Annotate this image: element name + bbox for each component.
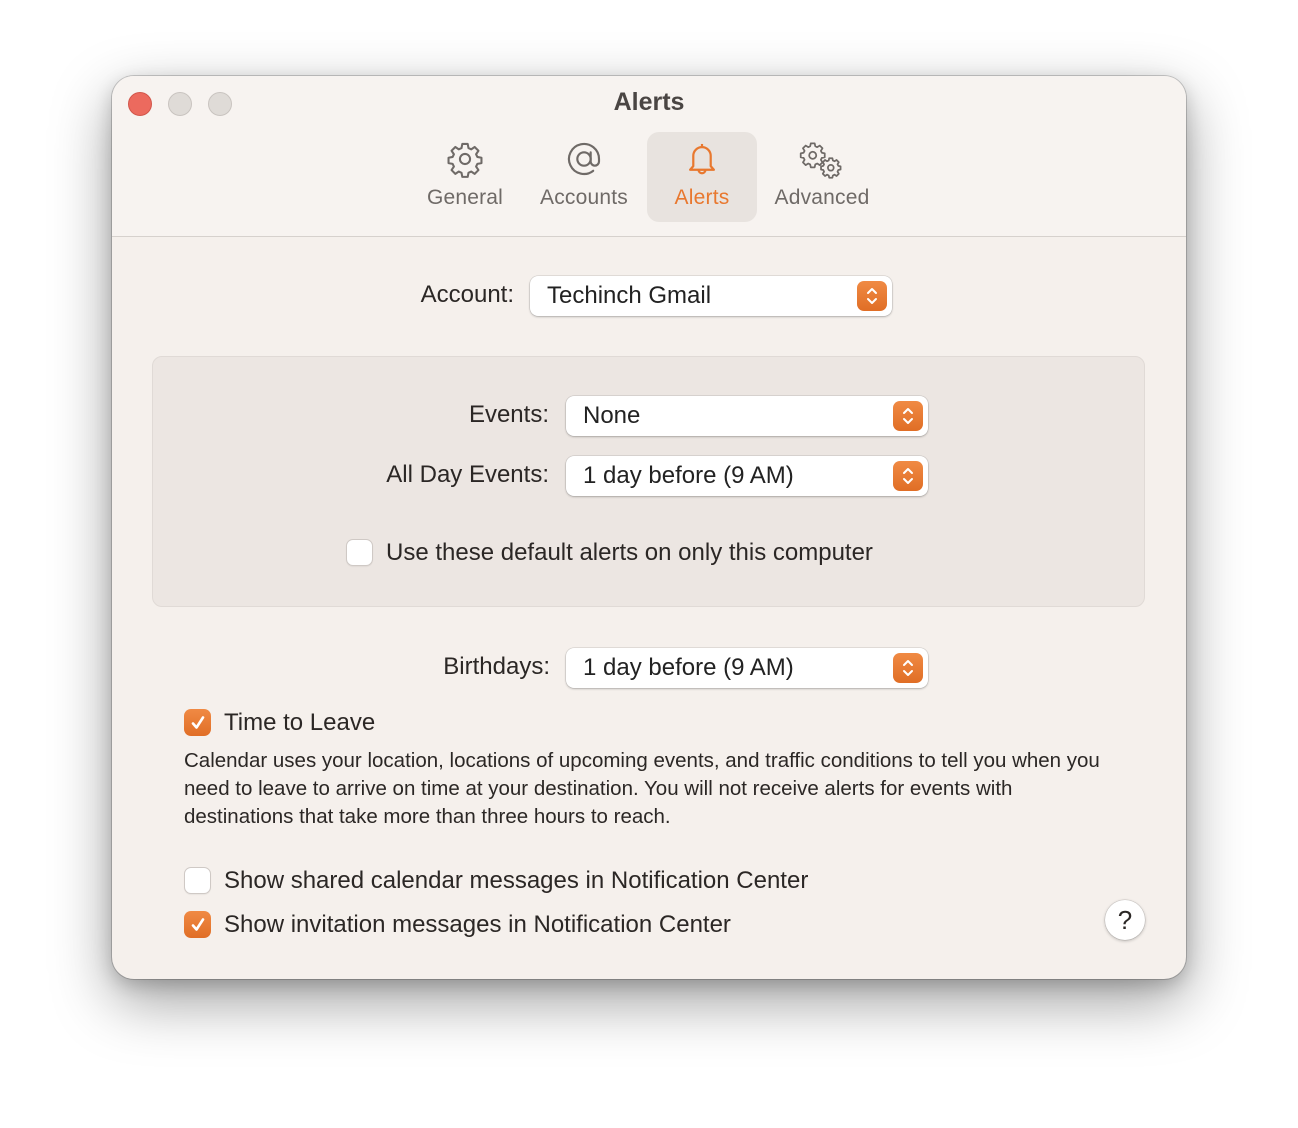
invitation-messages-label: Show invitation messages in Notification… — [224, 911, 731, 938]
shared-messages-checkbox[interactable] — [184, 867, 211, 894]
checkmark-icon — [191, 917, 204, 931]
account-select[interactable]: Techinch Gmail — [530, 276, 892, 316]
account-select-value: Techinch Gmail — [547, 282, 712, 309]
bell-icon — [683, 134, 721, 184]
gears-icon — [798, 134, 846, 184]
checkmark-icon — [191, 715, 204, 729]
tab-alerts-label: Alerts — [674, 186, 730, 209]
tab-accounts[interactable]: Accounts — [530, 132, 638, 222]
all-day-events-select[interactable]: 1 day before (9 AM) — [566, 456, 928, 496]
tab-general-label: General — [426, 186, 504, 209]
birthdays-select[interactable]: 1 day before (9 AM) — [566, 648, 928, 688]
all-day-events-select-value: 1 day before (9 AM) — [583, 462, 794, 489]
account-label: Account: — [420, 281, 514, 308]
invitation-messages-checkbox[interactable] — [184, 911, 211, 938]
tab-alerts[interactable]: Alerts — [647, 132, 757, 222]
up-down-chevron-icon — [893, 401, 923, 431]
help-button[interactable]: ? — [1105, 900, 1145, 940]
at-sign-icon — [564, 134, 604, 184]
toolbar: Alerts General Accounts Alerts Advanced — [112, 76, 1186, 237]
tab-advanced[interactable]: Advanced — [764, 132, 880, 222]
gear-icon — [446, 134, 484, 184]
events-label: Events: — [468, 401, 549, 428]
up-down-chevron-icon — [857, 281, 887, 311]
alerts-pane: Account: Techinch Gmail Events: None All… — [112, 237, 1186, 979]
shared-messages-label: Show shared calendar messages in Notific… — [224, 867, 809, 894]
events-select[interactable]: None — [566, 396, 928, 436]
up-down-chevron-icon — [893, 461, 923, 491]
all-day-events-label: All Day Events: — [386, 461, 549, 488]
time-to-leave-description: Calendar uses your location, locations o… — [184, 749, 1100, 828]
up-down-chevron-icon — [893, 653, 923, 683]
birthdays-select-value: 1 day before (9 AM) — [583, 654, 794, 681]
local-only-label: Use these default alerts on only this co… — [386, 539, 873, 566]
birthdays-label: Birthdays: — [443, 653, 550, 680]
window-title: Alerts — [613, 88, 685, 116]
tab-accounts-label: Accounts — [540, 186, 628, 209]
alerts-preferences-window: Alerts General Accounts Alerts Advanced … — [112, 76, 1186, 979]
default-alerts-group: Events: None All Day Events: 1 day befor… — [152, 356, 1145, 607]
local-only-checkbox[interactable] — [346, 539, 373, 566]
time-to-leave-checkbox[interactable] — [184, 709, 211, 736]
time-to-leave-label: Time to Leave — [224, 709, 376, 736]
tab-advanced-label: Advanced — [774, 186, 870, 209]
events-select-value: None — [583, 402, 641, 429]
tab-general[interactable]: General — [412, 132, 518, 222]
